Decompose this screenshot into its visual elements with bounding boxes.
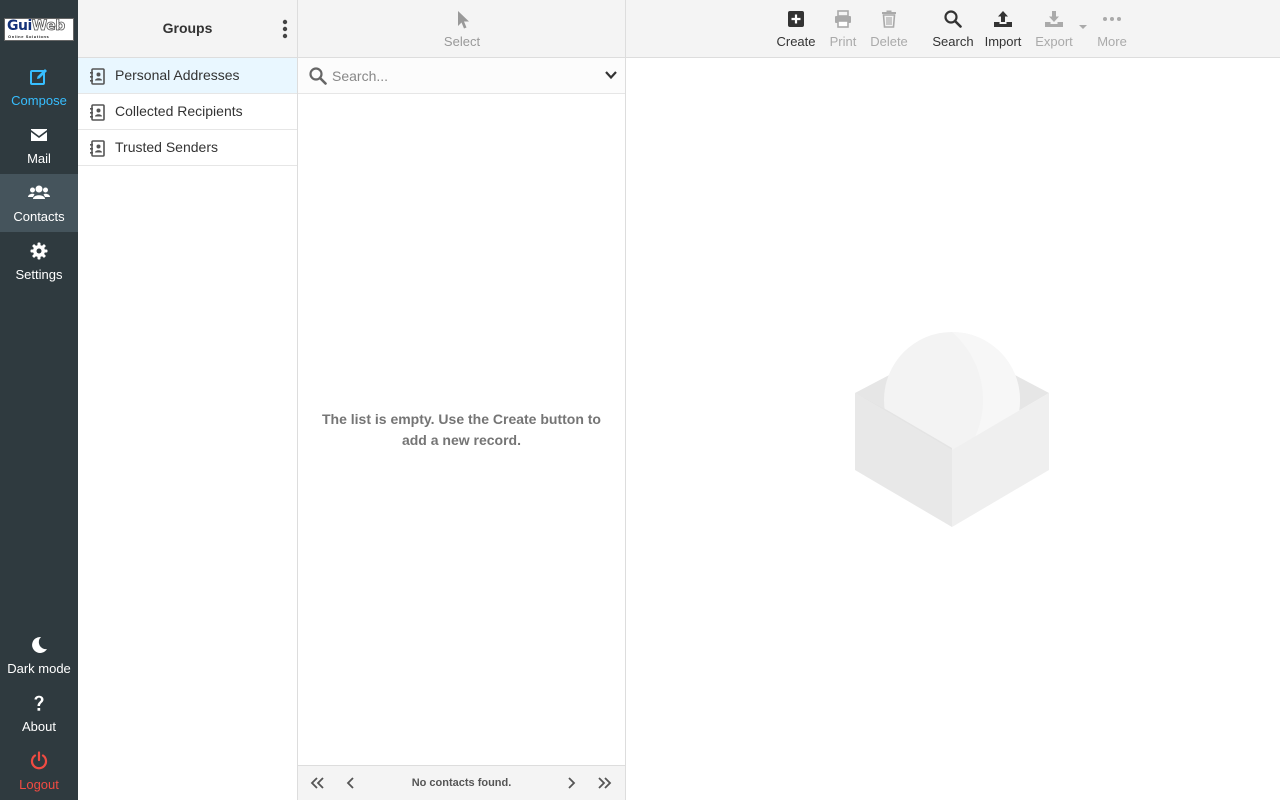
mail-label: Mail — [27, 151, 51, 166]
dark-mode-label: Dark mode — [7, 661, 71, 676]
search-icon — [944, 10, 962, 28]
moon-icon — [32, 636, 47, 653]
record-count: No contacts found. — [411, 777, 512, 789]
search-icon — [309, 67, 327, 85]
dark-mode-button[interactable]: Dark mode — [0, 626, 78, 684]
search-label: Search — [932, 34, 974, 49]
group-item-label: Trusted Senders — [115, 139, 218, 155]
first-page-icon[interactable] — [309, 775, 325, 791]
create-button[interactable]: Create — [772, 8, 820, 52]
logout-button[interactable]: Logout — [0, 742, 78, 800]
address-book-icon — [90, 140, 105, 157]
select-label: Select — [443, 34, 481, 49]
logo-text: GuiWeb — [7, 18, 66, 34]
kebab-menu-icon[interactable] — [279, 17, 291, 41]
print-label: Print — [829, 34, 857, 49]
print-button[interactable]: Print — [824, 8, 862, 52]
compose-button[interactable]: Compose — [0, 58, 78, 116]
ellipsis-icon — [1103, 17, 1121, 21]
address-book-icon — [90, 68, 105, 85]
logout-label: Logout — [19, 777, 59, 792]
envelope-icon — [31, 129, 47, 141]
printer-icon — [835, 10, 851, 28]
more-label: More — [1097, 34, 1127, 49]
groups-header: Groups — [78, 0, 297, 58]
last-page-icon[interactable] — [597, 775, 613, 791]
contacts-list-panel: Select The list is empty. Use the Create… — [298, 0, 626, 800]
empty-list-message: The list is empty. Use the Create button… — [321, 411, 601, 448]
pointer-icon — [458, 11, 469, 29]
question-icon — [34, 695, 44, 711]
list-header: Select — [298, 0, 625, 58]
groups-panel: Groups Personal Addresses Collected Reci… — [78, 0, 298, 800]
caret-down-icon[interactable] — [1078, 24, 1088, 30]
logo-tagline: Online Solutions — [8, 34, 50, 39]
search-input[interactable] — [332, 66, 582, 86]
compose-icon — [30, 69, 47, 85]
users-icon — [28, 185, 50, 199]
settings-button[interactable]: Settings — [0, 232, 78, 290]
power-icon — [30, 751, 48, 770]
contacts-button[interactable]: Contacts — [0, 174, 78, 232]
empty-box-illustration — [855, 332, 1049, 527]
upload-icon — [994, 11, 1012, 27]
contacts-label: Contacts — [13, 209, 65, 224]
group-item-label: Personal Addresses — [115, 67, 240, 83]
about-button[interactable]: About — [0, 684, 78, 742]
logo[interactable]: GuiWeb Online Solutions — [4, 18, 74, 41]
next-page-icon[interactable] — [565, 775, 577, 791]
previous-page-icon[interactable] — [345, 775, 357, 791]
gear-icon — [30, 242, 48, 260]
group-item-collected-recipients[interactable]: Collected Recipients — [78, 94, 297, 130]
delete-button[interactable]: Delete — [866, 8, 912, 52]
import-label: Import — [984, 34, 1022, 49]
create-label: Create — [776, 34, 816, 49]
mail-button[interactable]: Mail — [0, 116, 78, 174]
search-bar — [298, 58, 625, 94]
import-button[interactable]: Import — [981, 8, 1025, 52]
compose-label: Compose — [11, 93, 67, 108]
contact-details-panel: Create Print Delete Search Import Export… — [626, 0, 1280, 800]
chevron-down-icon[interactable] — [605, 70, 617, 80]
groups-title: Groups — [162, 20, 213, 36]
group-item-personal-addresses[interactable]: Personal Addresses — [78, 58, 297, 94]
address-book-icon — [90, 104, 105, 121]
search-button[interactable]: Search — [929, 8, 977, 52]
group-list: Personal Addresses Collected Recipients … — [78, 58, 297, 166]
about-label: About — [22, 719, 56, 734]
group-item-trusted-senders[interactable]: Trusted Senders — [78, 130, 297, 166]
export-label: Export — [1035, 34, 1073, 49]
toolbar: Create Print Delete Search Import Export… — [626, 0, 1280, 58]
download-icon — [1045, 11, 1063, 27]
select-button[interactable]: Select — [432, 8, 492, 52]
pagination-bar: No contacts found. — [298, 765, 625, 800]
group-item-label: Collected Recipients — [115, 103, 243, 119]
plus-square-icon — [788, 11, 804, 27]
trash-icon — [882, 10, 896, 28]
main-navigation: GuiWeb Online Solutions Compose Mail Con… — [0, 0, 78, 800]
export-button[interactable]: Export — [1031, 8, 1077, 52]
delete-label: Delete — [870, 34, 908, 49]
settings-label: Settings — [15, 267, 63, 282]
more-button[interactable]: More — [1092, 8, 1132, 52]
